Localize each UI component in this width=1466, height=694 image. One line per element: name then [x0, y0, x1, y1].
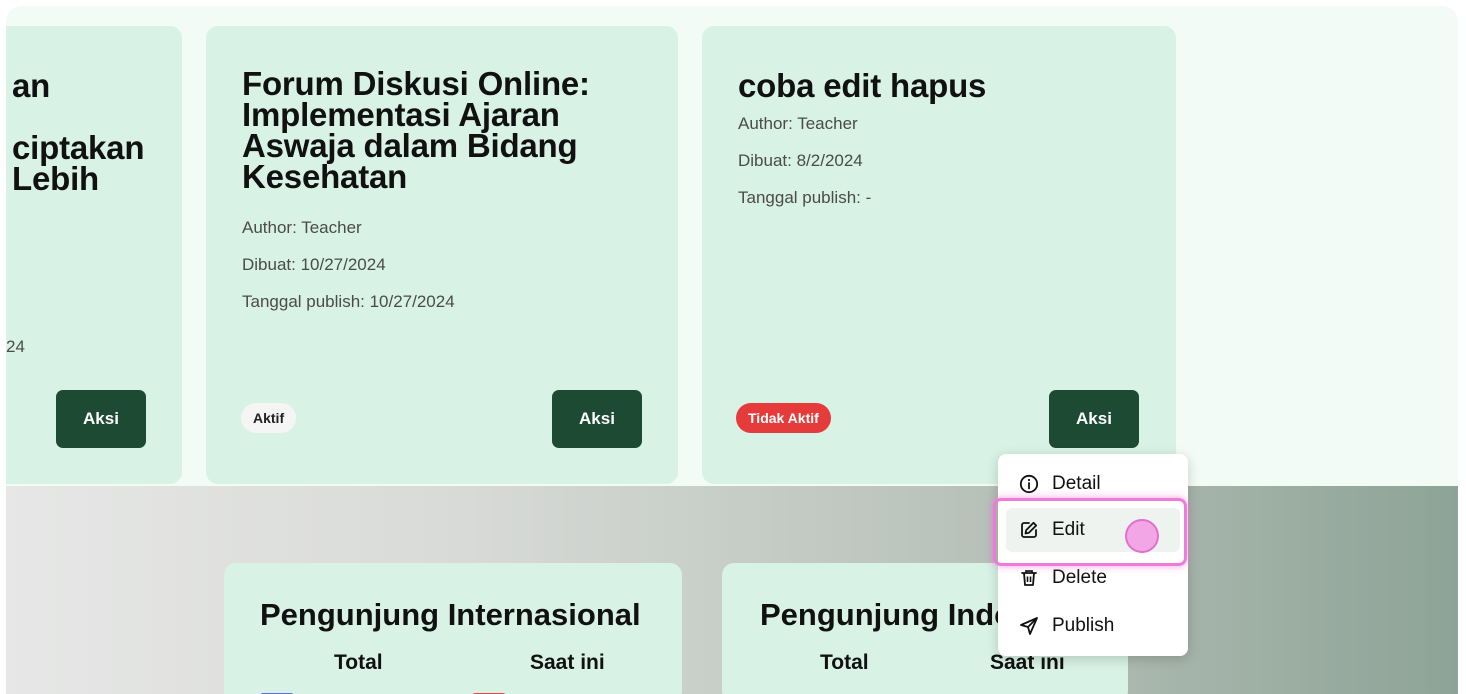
- current-label: Saat ini: [530, 651, 605, 674]
- menu-item-label: Delete: [1052, 567, 1107, 588]
- article-title: an ciptakan Lebih: [12, 67, 145, 197]
- menu-item-publish[interactable]: Publish: [1006, 604, 1180, 648]
- article-card: Forum Diskusi Online: Implementasi Ajara…: [206, 26, 678, 484]
- menu-item-label: Detail: [1052, 473, 1101, 494]
- article-title: Forum Diskusi Online: Implementasi Ajara…: [242, 65, 590, 195]
- article-meta-fragment: 24: [6, 337, 25, 356]
- article-card: coba edit hapus Author: Teacher Dibuat: …: [702, 26, 1176, 484]
- stat-title: Pengunjung Internasional: [260, 597, 641, 632]
- trash-icon: [1018, 567, 1040, 589]
- aksi-button[interactable]: Aksi: [56, 390, 146, 448]
- article-publish-date: Tanggal publish: 10/27/2024: [242, 292, 455, 311]
- article-created-date: Dibuat: 10/27/2024: [242, 255, 386, 274]
- content-frame: an ciptakan Lebih 24 Aksi Forum Diskusi …: [6, 6, 1458, 694]
- article-author: Author: Teacher: [242, 218, 362, 237]
- article-title: coba edit hapus: [738, 67, 987, 104]
- info-icon: [1018, 473, 1040, 495]
- aksi-button[interactable]: Aksi: [1049, 390, 1139, 448]
- menu-item-label: Publish: [1052, 615, 1115, 636]
- status-badge: Tidak Aktif: [736, 403, 831, 433]
- article-author: Author: Teacher: [738, 114, 858, 133]
- total-label: Total: [820, 651, 869, 674]
- article-created-date: Dibuat: 8/2/2024: [738, 151, 863, 170]
- international-visitors-card: Pengunjung Internasional Total Saat ini: [224, 563, 682, 694]
- article-card: an ciptakan Lebih 24 Aksi: [6, 26, 182, 484]
- aksi-button[interactable]: Aksi: [552, 390, 642, 448]
- send-icon: [1018, 615, 1040, 637]
- article-publish-date: Tanggal publish: -: [738, 188, 872, 207]
- status-badge: Aktif: [241, 403, 297, 433]
- cursor-indicator: [1125, 519, 1159, 553]
- total-label: Total: [334, 651, 383, 674]
